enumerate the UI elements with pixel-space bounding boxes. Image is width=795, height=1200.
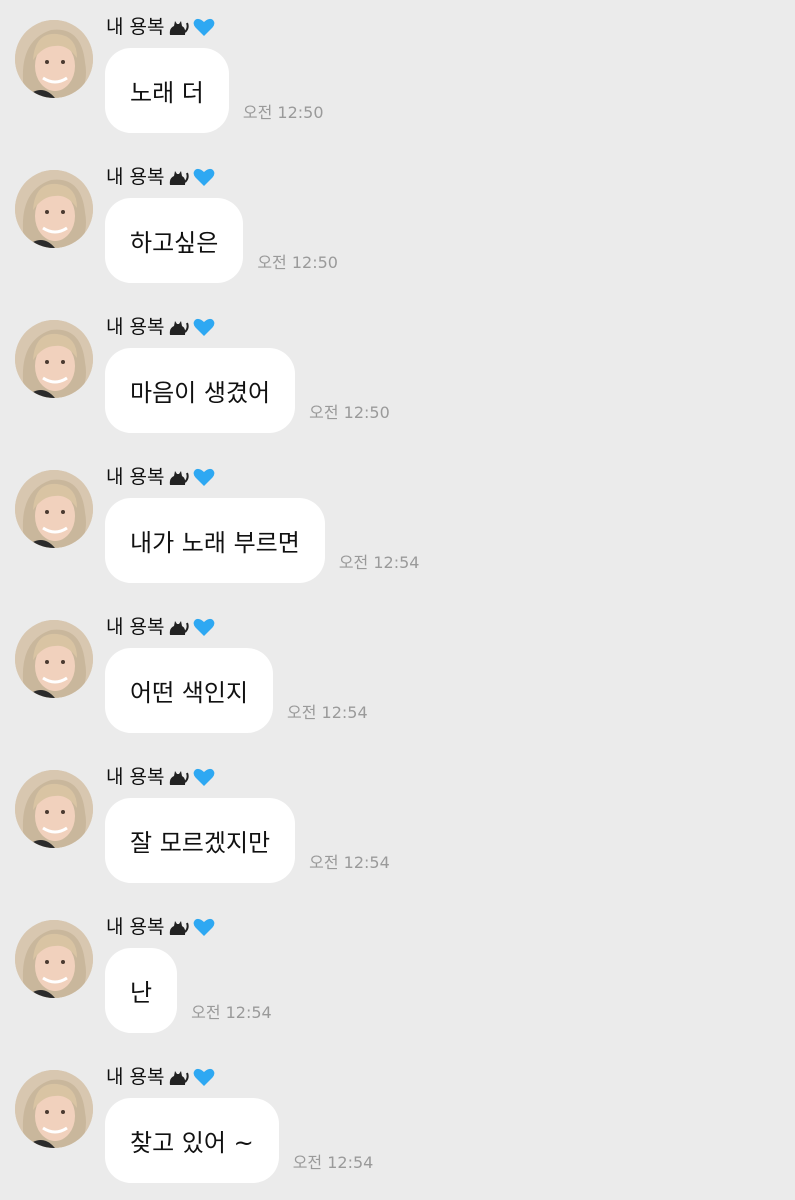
chat-message: 내 용복 내가 노래 부르면 오전 12:54 — [0, 450, 795, 600]
message-timestamp: 오전 12:50 — [309, 403, 390, 422]
black-cat-icon — [166, 1065, 190, 1089]
sender-name: 내 용복 — [106, 916, 165, 938]
blue-heart-icon — [192, 465, 216, 489]
blue-heart-icon — [192, 1065, 216, 1089]
message-row: 어떤 색인지 오전 12:54 — [105, 648, 368, 733]
message-timestamp: 오전 12:54 — [292, 1153, 374, 1172]
sender-header: 내 용복 — [106, 164, 216, 190]
sender-header: 내 용복 — [106, 764, 216, 790]
message-timestamp: 오전 12:54 — [309, 853, 390, 872]
black-cat-icon — [166, 615, 190, 639]
sender-header: 내 용복 — [106, 464, 216, 490]
avatar[interactable] — [15, 620, 93, 698]
chat-message-list[interactable]: 내 용복 노래 더 오전 12:50 내 용복 하고싶은 오전 12:50 내 … — [0, 0, 795, 1200]
blue-heart-icon — [192, 165, 216, 189]
avatar[interactable] — [15, 770, 93, 848]
message-bubble[interactable]: 어떤 색인지 — [105, 648, 274, 733]
message-timestamp: 오전 12:50 — [242, 103, 324, 122]
message-row: 찾고 있어 ~ 오전 12:54 — [105, 1098, 373, 1183]
message-bubble[interactable]: 잘 모르겠지만 — [105, 798, 296, 883]
sender-name: 내 용복 — [106, 166, 165, 188]
message-row: 잘 모르겠지만 오전 12:54 — [105, 798, 390, 883]
message-timestamp: 오전 12:54 — [338, 553, 420, 572]
message-timestamp: 오전 12:54 — [287, 703, 368, 722]
blue-heart-icon — [192, 615, 216, 639]
message-row: 난 오전 12:54 — [105, 948, 272, 1033]
sender-name: 내 용복 — [106, 16, 165, 38]
message-bubble[interactable]: 난 — [105, 948, 178, 1033]
message-row: 하고싶은 오전 12:50 — [105, 198, 338, 283]
sender-name: 내 용복 — [106, 766, 165, 788]
black-cat-icon — [166, 15, 190, 39]
avatar[interactable] — [15, 1070, 93, 1148]
sender-header: 내 용복 — [106, 14, 216, 40]
blue-heart-icon — [192, 765, 216, 789]
chat-message: 내 용복 하고싶은 오전 12:50 — [0, 150, 795, 300]
chat-message: 내 용복 마음이 생겼어 오전 12:50 — [0, 300, 795, 450]
sender-header: 내 용복 — [106, 314, 216, 340]
blue-heart-icon — [192, 915, 216, 939]
sender-header: 내 용복 — [106, 914, 216, 940]
message-timestamp: 오전 12:50 — [257, 253, 338, 272]
black-cat-icon — [166, 915, 190, 939]
chat-message: 내 용복 노래 더 오전 12:50 — [0, 0, 795, 150]
avatar[interactable] — [15, 170, 93, 248]
chat-message: 내 용복 잘 모르겠지만 오전 12:54 — [0, 750, 795, 900]
black-cat-icon — [166, 165, 190, 189]
avatar[interactable] — [15, 920, 93, 998]
chat-message: 내 용복 찾고 있어 ~ 오전 12:54 — [0, 1050, 795, 1200]
black-cat-icon — [166, 765, 190, 789]
message-bubble[interactable]: 찾고 있어 ~ — [105, 1098, 279, 1183]
sender-name: 내 용복 — [106, 316, 165, 338]
sender-name: 내 용복 — [106, 1066, 165, 1088]
blue-heart-icon — [192, 15, 216, 39]
message-row: 마음이 생겼어 오전 12:50 — [105, 348, 390, 433]
sender-header: 내 용복 — [106, 614, 216, 640]
sender-header: 내 용복 — [106, 1064, 216, 1090]
avatar[interactable] — [15, 20, 93, 98]
black-cat-icon — [166, 315, 190, 339]
chat-message: 내 용복 난 오전 12:54 — [0, 900, 795, 1050]
sender-name: 내 용복 — [106, 466, 165, 488]
message-bubble[interactable]: 노래 더 — [105, 48, 229, 133]
message-row: 노래 더 오전 12:50 — [105, 48, 324, 133]
message-bubble[interactable]: 하고싶은 — [105, 198, 244, 283]
message-bubble[interactable]: 내가 노래 부르면 — [105, 498, 325, 583]
chat-message: 내 용복 어떤 색인지 오전 12:54 — [0, 600, 795, 750]
sender-name: 내 용복 — [106, 616, 165, 638]
black-cat-icon — [166, 465, 190, 489]
message-row: 내가 노래 부르면 오전 12:54 — [105, 498, 419, 583]
message-timestamp: 오전 12:54 — [191, 1003, 272, 1022]
blue-heart-icon — [192, 315, 216, 339]
avatar[interactable] — [15, 470, 93, 548]
avatar[interactable] — [15, 320, 93, 398]
message-bubble[interactable]: 마음이 생겼어 — [105, 348, 296, 433]
